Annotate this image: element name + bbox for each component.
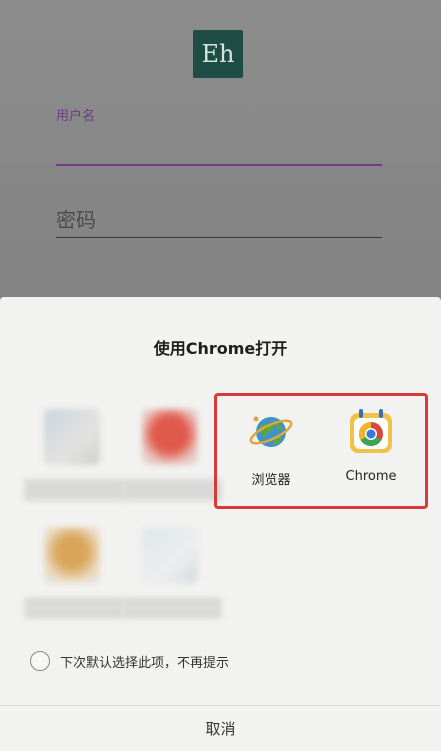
browser-app-label: 浏览器 <box>251 473 291 488</box>
browser-app-option[interactable]: 浏览器 <box>221 407 321 488</box>
remember-choice-radio[interactable] <box>30 651 50 671</box>
remember-choice-label: 下次默认选择此项，不再提示 <box>60 655 230 671</box>
app-logo: Eh <box>193 30 243 78</box>
sheet-title: 使用Chrome打开 <box>153 339 288 358</box>
username-input[interactable] <box>56 164 382 166</box>
username-label: 用户名 <box>56 109 96 124</box>
blurred-app-tile[interactable] <box>24 403 124 513</box>
browser-globe-icon <box>249 416 293 447</box>
chrome-icon <box>350 409 392 453</box>
remember-choice-option[interactable]: 下次默认选择此项，不再提示 <box>30 651 229 671</box>
blurred-app-tile[interactable] <box>122 403 222 513</box>
blurred-app-tile[interactable] <box>122 521 222 631</box>
blurred-app-tile[interactable] <box>24 521 124 631</box>
chrome-app-option[interactable]: Chrome <box>321 407 421 484</box>
password-input[interactable]: 密码 <box>56 204 96 233</box>
chrome-app-label: Chrome <box>345 469 397 484</box>
open-with-sheet: 使用Chrome打开 浏览器 Chrome 下次默认选择此项，不再提示 取消 <box>0 297 441 751</box>
password-underline <box>56 237 382 238</box>
cancel-button[interactable]: 取消 <box>0 706 441 751</box>
